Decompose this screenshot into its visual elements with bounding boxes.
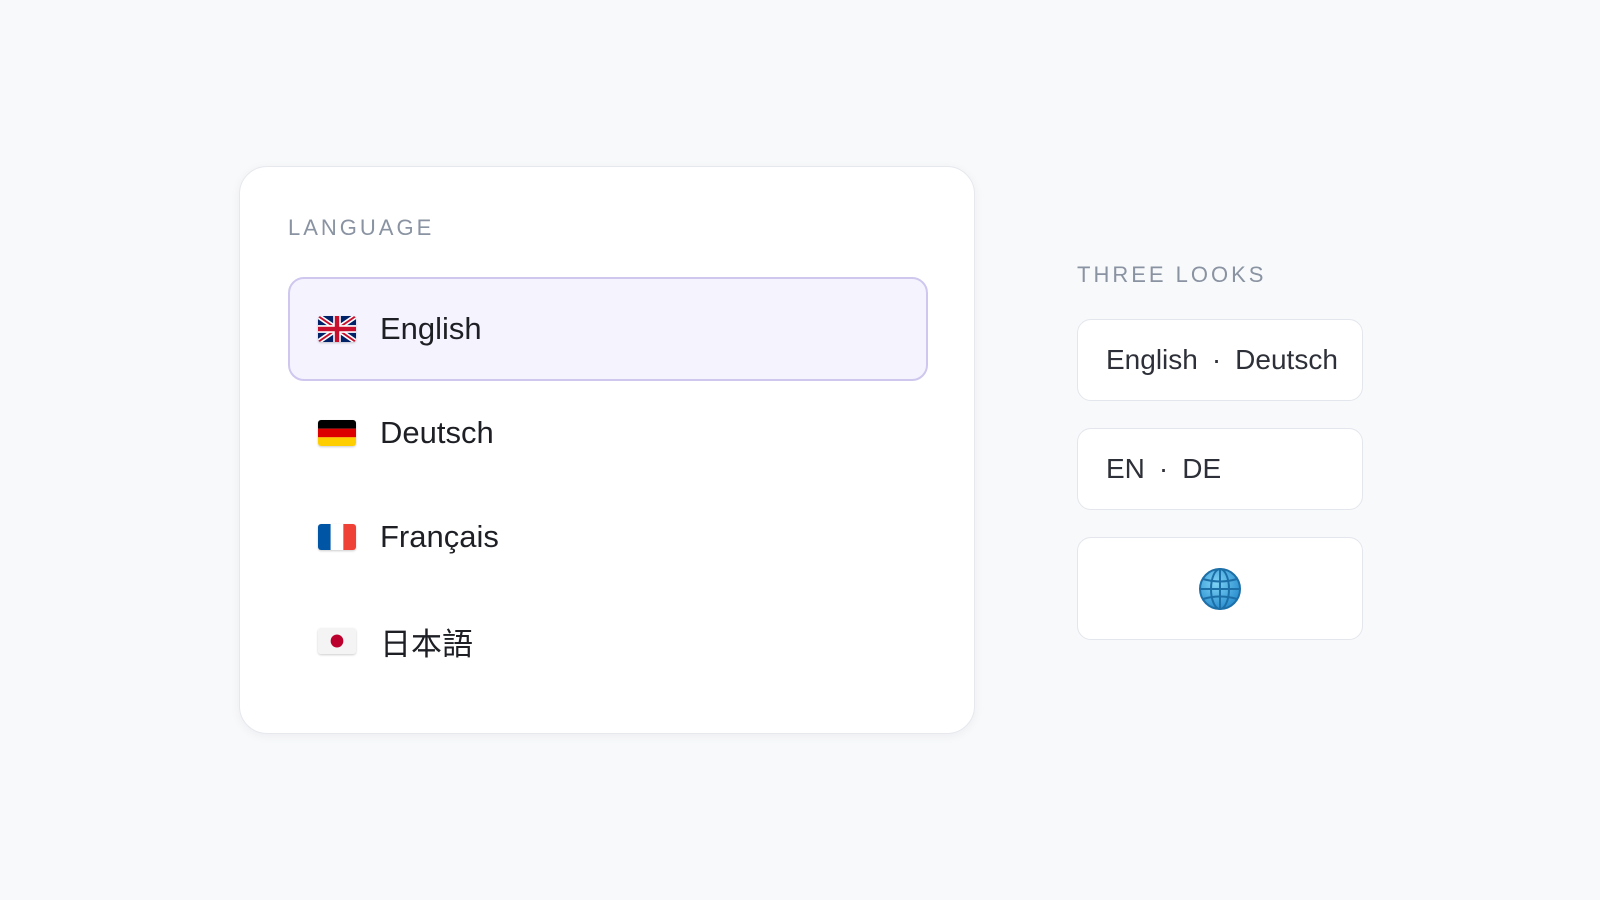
- looks-section-label: THREE LOOKS: [1077, 262, 1267, 287]
- uk-flag-icon: [318, 316, 356, 342]
- current-language-label: English: [1106, 344, 1198, 375]
- language-option-label: Deutsch: [380, 415, 494, 450]
- globe-icon: [1199, 567, 1241, 610]
- germany-flag-icon: [318, 420, 356, 446]
- france-flag-icon: [318, 524, 356, 550]
- language-option-label: English: [380, 311, 482, 346]
- language-switcher-full[interactable]: English · Deutsch: [1077, 319, 1363, 401]
- language-option-label: 日本語: [380, 626, 473, 662]
- alternate-language-code: DE: [1182, 453, 1222, 484]
- current-language-code: EN: [1106, 453, 1145, 484]
- language-switcher-icon[interactable]: [1077, 537, 1363, 640]
- language-option-deutsch[interactable]: Deutsch: [288, 381, 928, 485]
- language-card: LANGUAGE English Deutsch Français 日本語: [239, 166, 975, 734]
- language-switcher-short[interactable]: EN · DE: [1077, 428, 1363, 510]
- alternate-language-label: Deutsch: [1235, 344, 1338, 375]
- language-option-english[interactable]: English: [288, 277, 928, 381]
- language-option-label: Français: [380, 519, 499, 554]
- japan-flag-icon: [318, 628, 356, 654]
- language-option-francais[interactable]: Français: [288, 485, 928, 589]
- language-option-japanese[interactable]: 日本語: [288, 589, 928, 693]
- separator-dot: ·: [1211, 344, 1222, 375]
- language-list: English Deutsch Français 日本語: [288, 277, 928, 693]
- language-section-label: LANGUAGE: [288, 215, 435, 240]
- separator-dot: ·: [1158, 453, 1169, 484]
